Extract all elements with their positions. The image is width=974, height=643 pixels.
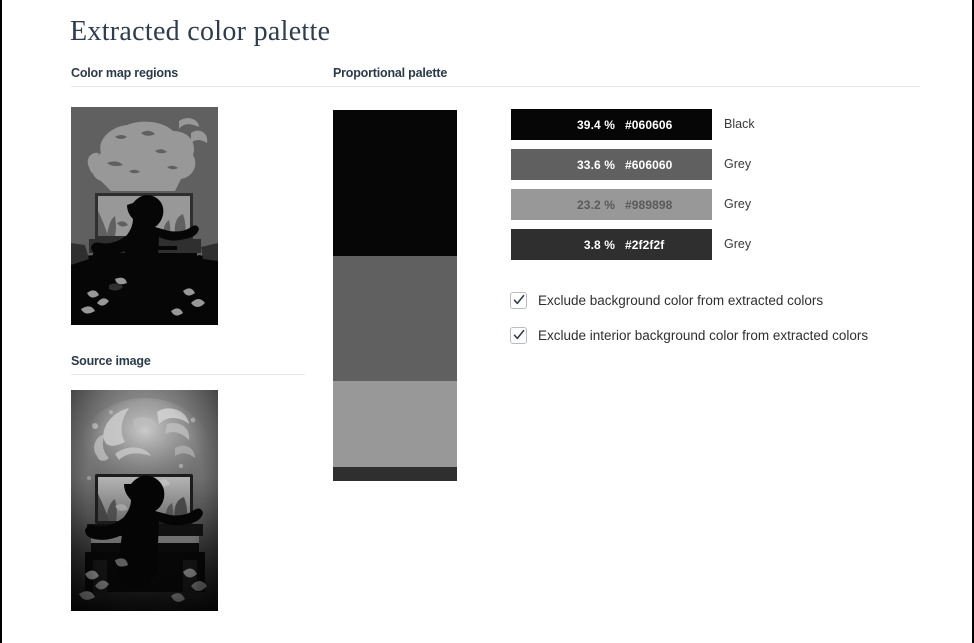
check-icon: [513, 294, 524, 305]
color-swatch[interactable]: 3.8 % #2f2f2f: [511, 229, 712, 260]
proportional-palette-bar: [333, 110, 457, 481]
color-swatch[interactable]: 39.4 % #060606: [511, 109, 712, 140]
extracted-color-list: 39.4 % #060606 Black 33.6 % #606060 Grey 23.2 …: [511, 109, 931, 269]
color-name-label: Grey: [724, 197, 752, 211]
color-hex-code: #989898: [625, 197, 673, 212]
palette-row[interactable]: 3.8 % #2f2f2f Grey: [511, 229, 931, 260]
color-map-regions-image: [71, 107, 218, 325]
source-image: [71, 390, 218, 611]
color-hex-code: #2f2f2f: [625, 237, 665, 252]
proportional-palette-segment: [333, 466, 457, 481]
color-hex-code: #060606: [625, 117, 673, 132]
palette-row[interactable]: 39.4 % #060606 Black: [511, 109, 931, 140]
color-hex-code: #606060: [625, 157, 673, 172]
color-name-label: Grey: [724, 157, 752, 171]
color-percentage: 33.6 %: [577, 157, 615, 172]
option-label: Exclude interior background color from e…: [538, 327, 869, 343]
option-label: Exclude background color from extracted …: [538, 292, 824, 308]
page-title: Extracted color palette: [70, 16, 331, 47]
palette-row[interactable]: 33.6 % #606060 Grey: [511, 149, 931, 180]
palette-row[interactable]: 23.2 % #989898 Grey: [511, 189, 931, 220]
color-name-label: Black: [724, 117, 755, 131]
section-divider-top: [71, 86, 920, 87]
option-row[interactable]: Exclude background color from extracted …: [510, 288, 868, 312]
proportional-palette-segment: [333, 380, 457, 467]
section-divider-source: [71, 374, 305, 375]
proportional-palette-segment: [333, 256, 457, 381]
section-header-proportional-palette: Proportional palette: [333, 66, 448, 80]
checkbox[interactable]: [510, 326, 527, 344]
color-swatch[interactable]: 23.2 % #989898: [511, 189, 712, 220]
color-percentage: 23.2 %: [577, 197, 615, 212]
color-percentage: 39.4 %: [577, 117, 615, 132]
checkbox[interactable]: [510, 291, 527, 309]
check-icon: [513, 329, 524, 340]
section-header-color-map-regions: Color map regions: [71, 66, 179, 80]
color-name-label: Grey: [724, 237, 752, 251]
color-percentage: 3.8 %: [583, 237, 615, 252]
color-swatch[interactable]: 33.6 % #606060: [511, 149, 712, 180]
proportional-palette-segment: [333, 110, 457, 257]
options-group: Exclude background color from extracted …: [510, 288, 868, 358]
option-row[interactable]: Exclude interior background color from e…: [510, 323, 868, 347]
color-map-regions-graphic: [71, 107, 218, 325]
section-header-source-image: Source image: [71, 354, 151, 368]
source-image-graphic: [71, 390, 218, 611]
page-border-left: [0, 0, 2, 643]
